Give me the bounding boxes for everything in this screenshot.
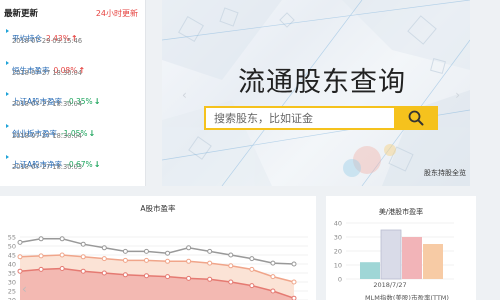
data-point[interactable]: [165, 258, 171, 264]
update-item-time: 2018-07-27 18:30:04: [12, 131, 83, 140]
data-point[interactable]: [17, 254, 23, 260]
update-item[interactable]: 恒生市盈率 0.08%↑ 2018-07-27 18:30:04: [6, 58, 142, 84]
bullet-icon: [6, 29, 9, 33]
data-point[interactable]: [122, 248, 128, 254]
data-point[interactable]: [228, 252, 234, 258]
data-point[interactable]: [101, 245, 107, 251]
data-point[interactable]: [207, 276, 213, 282]
y-tick-label: 30: [334, 234, 342, 242]
data-point[interactable]: [186, 275, 192, 281]
latest-updates-panel: 最新更新 24小时更新 平均持仓 2.43%↑ 2018-07-29 09:15:4…: [0, 0, 146, 186]
us-hk-pe-chart-date: 2018/7/27: [373, 281, 407, 289]
bar[interactable]: [402, 237, 422, 279]
data-point[interactable]: [249, 256, 255, 262]
y-tick-label: 20: [8, 297, 16, 300]
bullet-icon: [6, 155, 9, 159]
data-point[interactable]: [270, 288, 276, 294]
update-item-time: 2018-07-27 18:30:04: [12, 68, 83, 77]
data-point[interactable]: [165, 274, 171, 280]
page-root: 最新更新 24小时更新 平均持仓 2.43%↑ 2018-07-29 09:15:4…: [0, 0, 500, 300]
arrow-down-icon: ↓: [88, 128, 96, 138]
data-point[interactable]: [249, 283, 255, 289]
y-tick-label: 40: [334, 220, 342, 228]
update-item[interactable]: 创业板市盈率 -1.05%↓ 2018-07-27 18:30:04: [6, 121, 142, 147]
data-point[interactable]: [59, 252, 65, 258]
24h-updates-link[interactable]: 24小时更新: [96, 8, 138, 19]
data-point[interactable]: [17, 239, 23, 245]
banner-prev-icon[interactable]: ‹: [182, 88, 187, 102]
y-tick-label: 10: [334, 262, 342, 270]
data-point[interactable]: [80, 268, 86, 274]
banner-next-icon[interactable]: ›: [455, 88, 460, 102]
data-point[interactable]: [59, 266, 65, 271]
update-item-time: 2018-07-27 18:30:04: [12, 100, 83, 108]
us-hk-pe-chart-caption: MLM指数(美股)市盈率(TTM): [365, 294, 449, 300]
data-point[interactable]: [38, 236, 44, 242]
y-tick-label: 20: [334, 248, 342, 256]
data-point[interactable]: [291, 261, 297, 267]
arrow-down-icon: ↓: [93, 160, 101, 169]
y-tick-label: 55: [8, 234, 16, 242]
search-button[interactable]: [394, 106, 438, 130]
y-tick-label: 0: [338, 276, 342, 284]
y-tick-label: 50: [8, 243, 16, 251]
search-icon: [408, 110, 424, 126]
search-box: [204, 106, 394, 130]
data-point[interactable]: [38, 266, 44, 272]
y-tick-label: 45: [8, 252, 16, 260]
y-tick-label: 30: [8, 279, 16, 287]
arrow-down-icon: ↓: [93, 97, 101, 106]
data-point[interactable]: [165, 250, 171, 256]
data-point[interactable]: [291, 295, 297, 300]
bar[interactable]: [423, 244, 443, 279]
data-point[interactable]: [80, 254, 86, 260]
data-point[interactable]: [249, 266, 255, 272]
data-point[interactable]: [270, 274, 276, 280]
data-point[interactable]: [80, 241, 86, 247]
bullet-icon: [6, 92, 9, 96]
y-tick-label: 40: [8, 261, 16, 269]
updates-header: 最新更新 24小时更新: [0, 0, 146, 24]
data-point[interactable]: [143, 273, 149, 279]
data-point[interactable]: [59, 236, 65, 242]
data-point[interactable]: [270, 260, 276, 266]
data-point[interactable]: [228, 279, 234, 285]
data-point[interactable]: [207, 260, 213, 266]
data-point[interactable]: [186, 245, 192, 251]
a-share-pe-chart-panel: A股市盈率 5550454035302520 ‹: [0, 196, 316, 300]
data-point[interactable]: [143, 248, 149, 254]
bullet-icon: [6, 60, 9, 65]
chart-prev-icon[interactable]: ‹: [22, 282, 27, 296]
update-item[interactable]: 平均持仓 2.43%↑ 2018-07-29 09:15:46: [6, 26, 142, 52]
updates-title: 最新更新: [4, 9, 39, 19]
update-item-time: 2018-07-27 18:30:03: [12, 163, 83, 171]
data-point[interactable]: [228, 263, 234, 269]
update-item-time: 2018-07-29 09:15:46: [12, 37, 83, 45]
data-point[interactable]: [101, 270, 107, 276]
shareholder-search-input[interactable]: [206, 108, 392, 128]
bar[interactable]: [360, 262, 380, 279]
shareholder-search-banner: ‹ › 流通股东查询 股东持股全览: [162, 0, 470, 186]
y-tick-label: 25: [8, 288, 16, 296]
y-tick-label: 35: [8, 270, 16, 278]
shareholder-overview-link[interactable]: 股东持股全览: [424, 168, 466, 178]
data-point[interactable]: [122, 272, 128, 278]
data-point[interactable]: [17, 268, 23, 274]
a-share-pe-line-chart: 5550454035302520: [8, 234, 308, 300]
data-point[interactable]: [122, 257, 128, 263]
data-point[interactable]: [143, 257, 149, 263]
data-point[interactable]: [101, 256, 107, 262]
data-point[interactable]: [291, 279, 297, 285]
bullet-icon: [6, 123, 9, 128]
update-item[interactable]: 上证A股市盈率 -0.35%↓ 2018-07-27 18:30:04: [6, 89, 142, 115]
bar[interactable]: [380, 229, 402, 280]
data-point[interactable]: [38, 253, 44, 259]
data-point[interactable]: [207, 248, 213, 254]
us-hk-pe-chart-panel: 美/港股市盈率 40 30 20 10 0 2018/7/27 MLM指数(美股)市盈率…: [326, 196, 476, 300]
banner-title: 流通股东查询: [238, 67, 406, 98]
update-item[interactable]: 上证A股市净率 -0.67%↓ 2018-07-27 18:30:03: [6, 152, 142, 178]
data-point[interactable]: [186, 258, 192, 264]
